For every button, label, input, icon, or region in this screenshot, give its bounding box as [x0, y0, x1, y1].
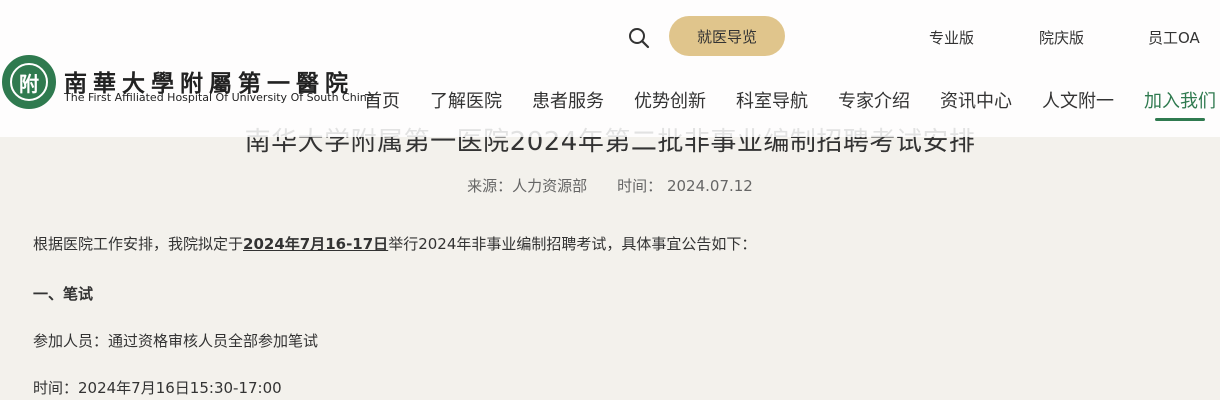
article-meta: 来源：人力资源部 时间： 2024.07.12	[0, 175, 1220, 196]
nav-experts[interactable]: 专家介绍	[838, 87, 910, 113]
site-header: 附 南華大學附屬第一醫院 The First Affiliated Hospit…	[0, 0, 1220, 137]
search-icon[interactable]	[628, 27, 650, 49]
article-time-label: 时间：	[617, 177, 663, 195]
nav-join-us[interactable]: 加入我们	[1144, 87, 1216, 113]
nav-innovation[interactable]: 优势创新	[634, 87, 706, 113]
professional-version-link[interactable]: 专业版	[929, 27, 974, 48]
exam-date-highlight: 2024年7月16-17日	[243, 235, 389, 253]
nav-about-hospital[interactable]: 了解医院	[430, 87, 502, 113]
main-nav: 首页 了解医院 患者服务 优势创新 科室导航 专家介绍 资讯中心 人文附一 加入…	[0, 87, 1220, 117]
section-heading-written-exam: 一、笔试	[33, 285, 94, 303]
intro-text-pre: 根据医院工作安排，我院拟定于	[33, 235, 244, 253]
nav-news-center[interactable]: 资讯中心	[940, 87, 1012, 113]
participants-line: 参加人员：通过资格审核人员全部参加笔试	[33, 332, 319, 350]
anniversary-version-link[interactable]: 院庆版	[1039, 27, 1084, 48]
exam-time-line: 时间：2024年7月16日15:30-17:00	[33, 379, 282, 397]
intro-paragraph: 根据医院工作安排，我院拟定于2024年7月16-17日举行2024年非事业编制招…	[33, 233, 756, 254]
nav-patient-services[interactable]: 患者服务	[532, 87, 604, 113]
nav-departments[interactable]: 科室导航	[736, 87, 808, 113]
article-time-value: 2024.07.12	[666, 177, 753, 195]
staff-oa-link[interactable]: 员工OA	[1148, 27, 1200, 48]
nav-home[interactable]: 首页	[364, 87, 400, 113]
article-source: 来源：人力资源部	[467, 177, 588, 195]
nav-humanities[interactable]: 人文附一	[1042, 87, 1114, 113]
active-nav-indicator	[1155, 118, 1205, 121]
intro-text-post: 举行2024年非事业编制招聘考试，具体事宜公告如下：	[388, 235, 757, 253]
medical-guide-button[interactable]: 就医导览	[669, 16, 785, 56]
